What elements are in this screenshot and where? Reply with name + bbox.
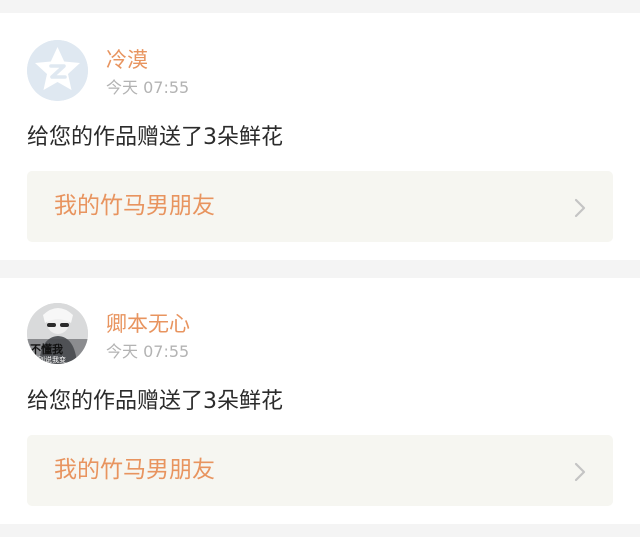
work-link[interactable]: 我的竹马男朋友 <box>27 171 613 242</box>
svg-text:不懂我: 不懂我 <box>30 342 63 356</box>
username[interactable]: 冷漠 <box>106 50 148 71</box>
notification-message: 给您的作品赠送了3朵鲜花 <box>27 389 283 414</box>
timestamp: 今天 07:55 <box>106 342 190 361</box>
avatar-caption-text: 不懂我 就别说我变 <box>30 342 66 364</box>
avatar[interactable]: 不懂我 就别说我变 <box>27 303 88 364</box>
work-title: 我的竹马男朋友 <box>54 193 215 219</box>
work-title: 我的竹马男朋友 <box>54 457 215 483</box>
notification-card: 不懂我 就别说我变 卿本无心 今天 07:55 给您的作品赠送了3朵鲜花 我的竹… <box>0 278 640 524</box>
work-link[interactable]: 我的竹马男朋友 <box>27 435 613 506</box>
username[interactable]: 卿本无心 <box>106 314 190 335</box>
notification-card: 冷漠 今天 07:55 给您的作品赠送了3朵鲜花 我的竹马男朋友 <box>0 13 640 260</box>
avatar[interactable] <box>27 40 88 101</box>
default-avatar-icon <box>27 40 88 101</box>
timestamp: 今天 07:55 <box>106 78 190 97</box>
chevron-right-icon <box>574 462 586 482</box>
chevron-right-icon <box>574 198 586 218</box>
notification-message: 给您的作品赠送了3朵鲜花 <box>27 125 283 150</box>
svg-text:就别说我变: 就别说我变 <box>31 355 66 364</box>
